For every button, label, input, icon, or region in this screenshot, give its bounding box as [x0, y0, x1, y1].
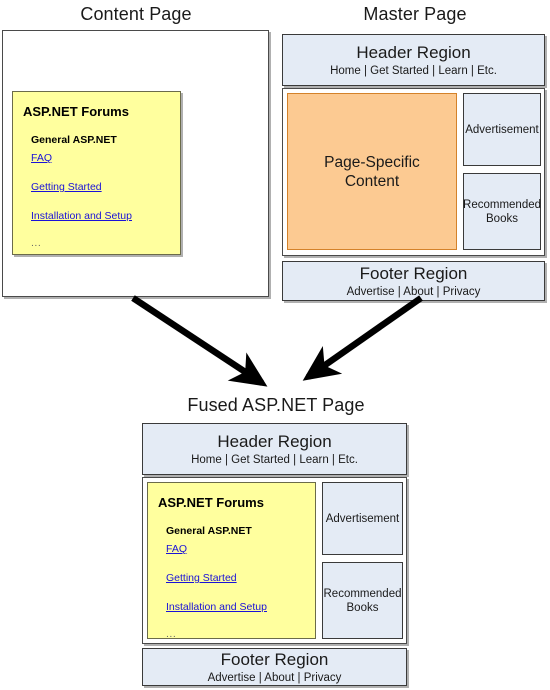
fused-books-label-line2: Books — [346, 601, 379, 614]
fused-page-frame: Header Region Home | Get Started | Learn… — [142, 420, 410, 686]
fused-forums-card-body: General ASP.NET FAQ Getting Started Inst… — [166, 525, 315, 641]
fused-forums-link-installation-and-setup[interactable]: Installation and Setup — [166, 601, 267, 614]
fused-books-label-line1: Recommended — [323, 587, 402, 600]
fused-forums-link-faq[interactable]: FAQ — [166, 543, 187, 556]
fused-advertisement-region: Advertisement — [322, 482, 403, 555]
fused-header-region: Header Region Home | Get Started | Learn… — [142, 423, 407, 475]
fused-forums-card: ASP.NET Forums General ASP.NET FAQ Getti… — [147, 482, 316, 641]
fused-recommended-books-region: Recommended Books — [322, 562, 403, 639]
fused-header-nav: Home | Get Started | Learn | Etc. — [191, 453, 358, 466]
fused-forums-link-getting-started[interactable]: Getting Started — [166, 572, 237, 585]
arrow-master-to-fused — [302, 295, 423, 381]
fused-forums-category-label: General ASP.NET — [166, 525, 252, 537]
diagram-canvas: Content Page Master Page Fused ASP.NET P… — [0, 0, 550, 690]
fused-body-frame: ASP.NET Forums General ASP.NET FAQ Getti… — [142, 477, 407, 644]
fused-footer-region: Footer Region Advertise | About | Privac… — [142, 648, 407, 686]
fused-advertisement-label: Advertisement — [325, 512, 400, 525]
arrow-content-to-fused — [131, 295, 268, 387]
fused-forums-card-title: ASP.NET Forums — [158, 495, 264, 510]
fused-footer-nav: Advertise | About | Privacy — [207, 671, 342, 684]
fused-header-title: Header Region — [217, 431, 332, 451]
fused-footer-title: Footer Region — [220, 649, 329, 669]
fused-forums-ellipsis: ... — [166, 628, 177, 640]
